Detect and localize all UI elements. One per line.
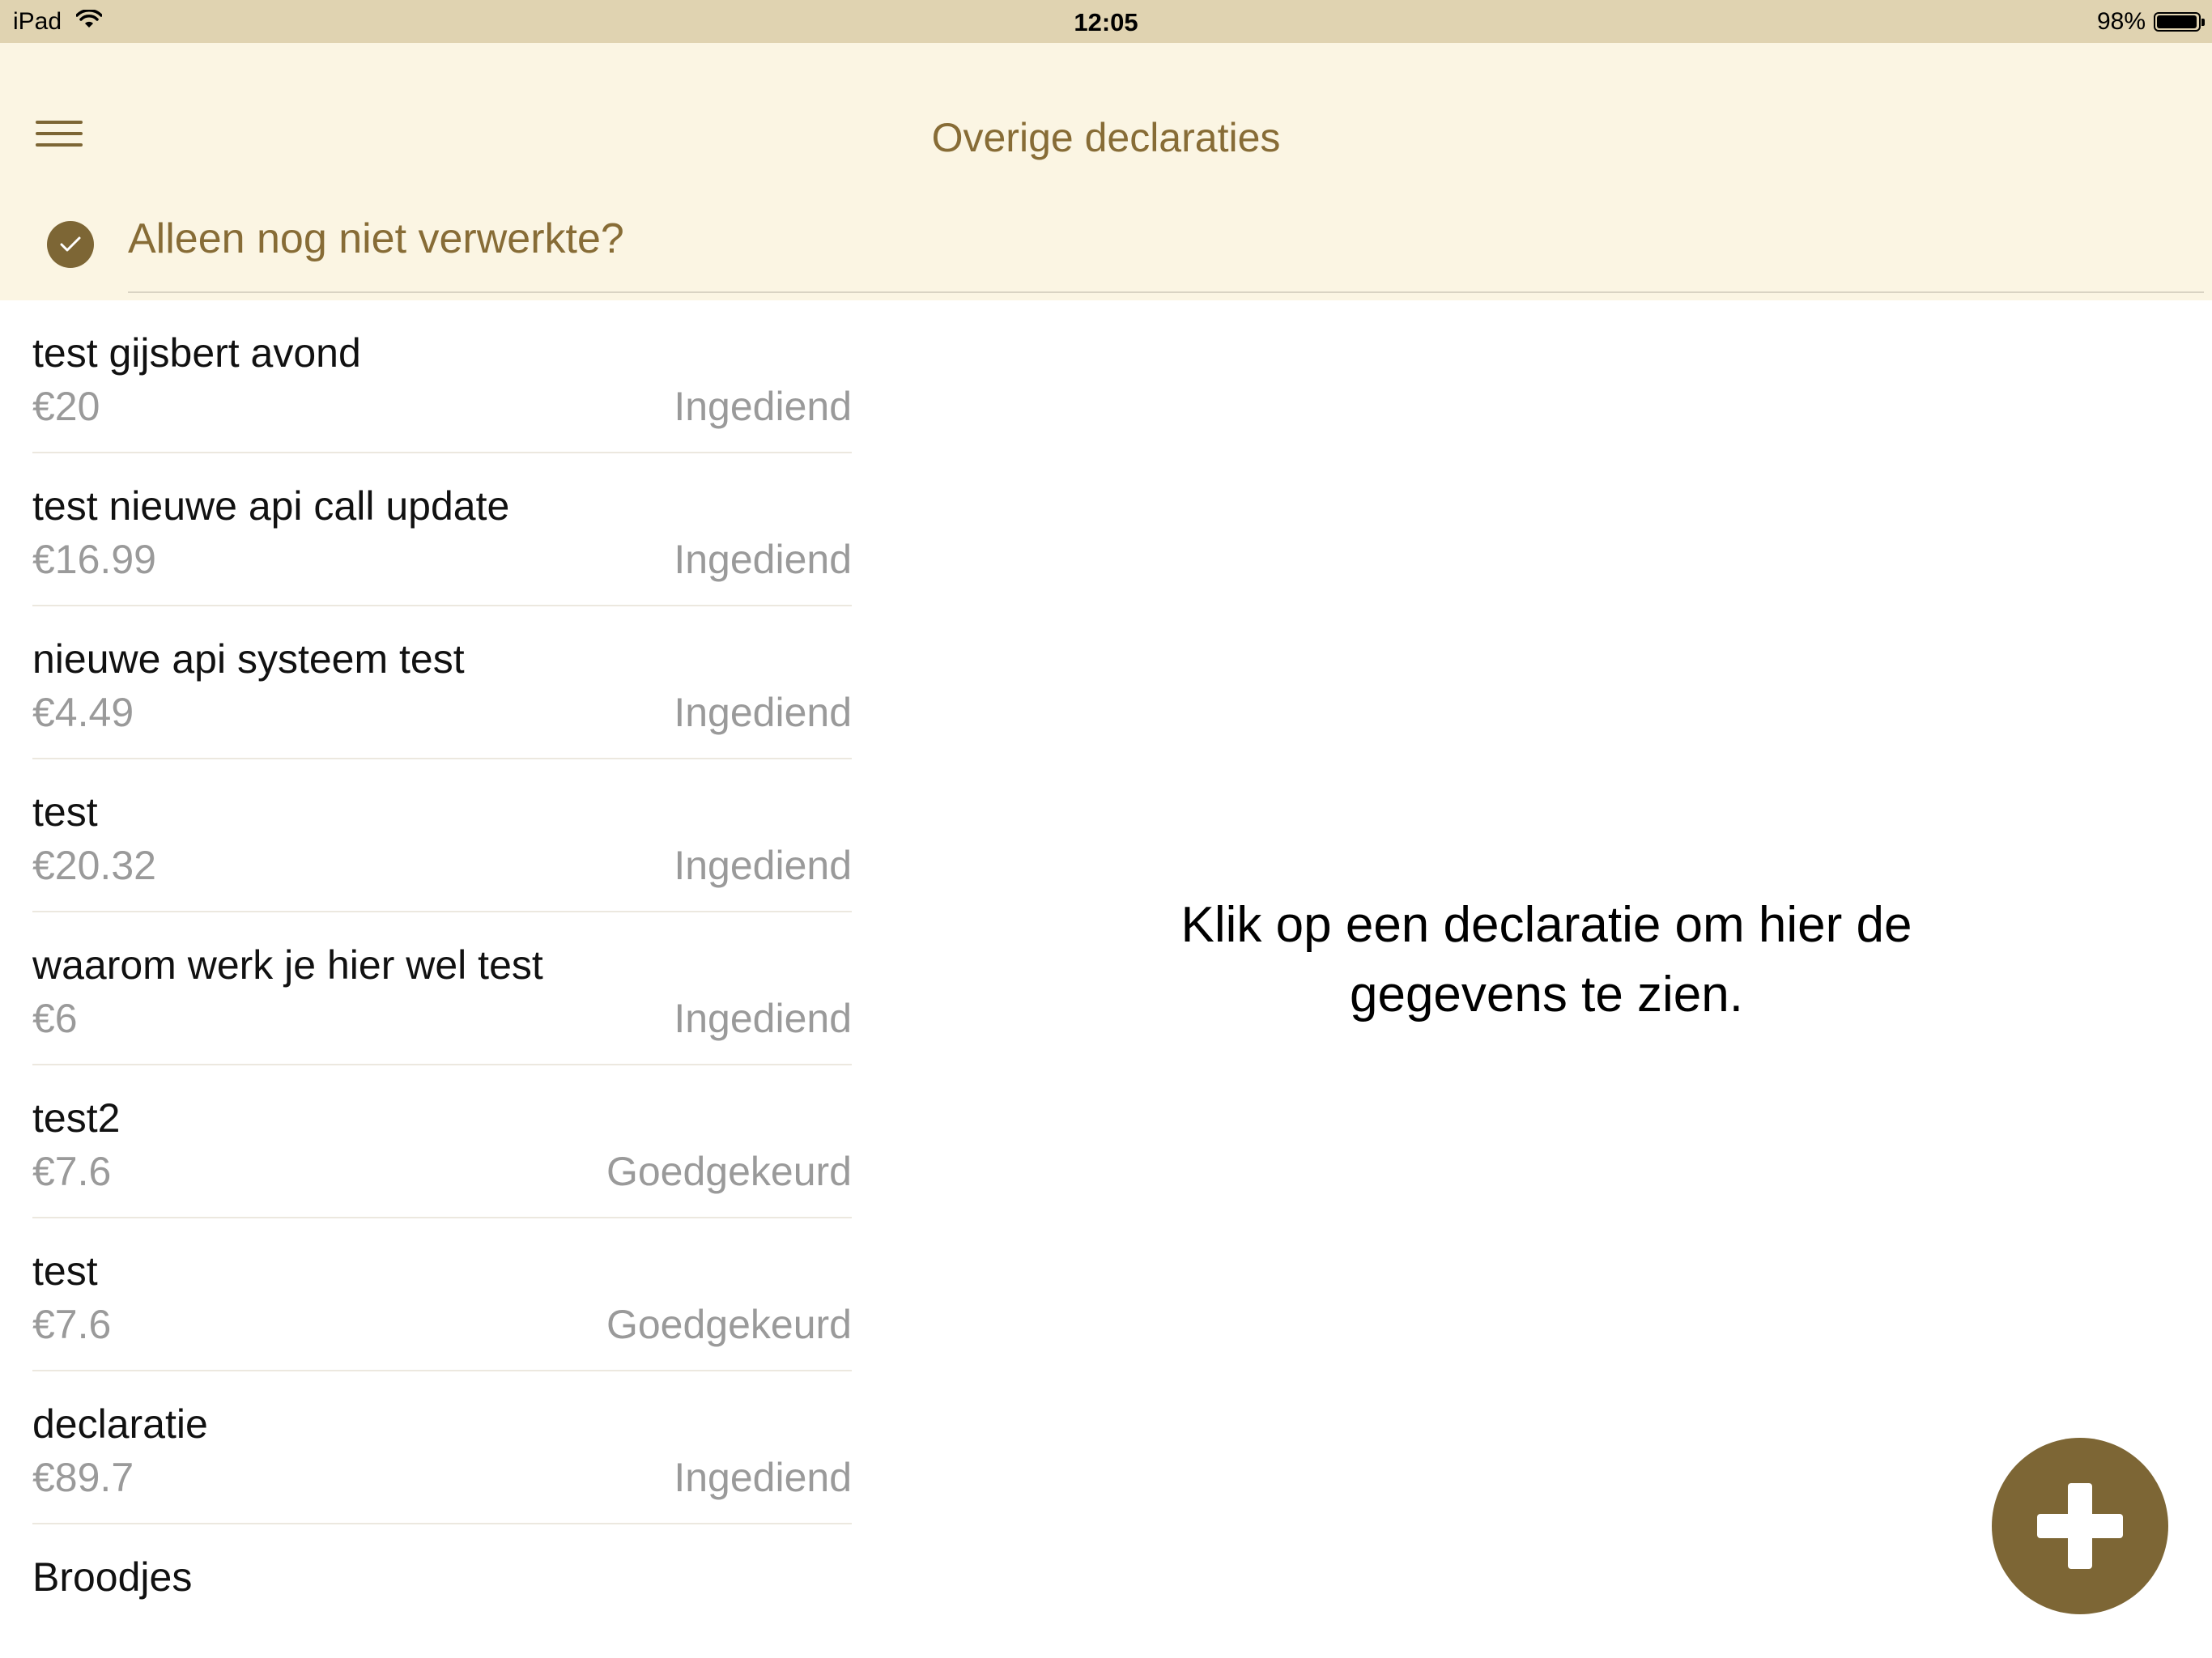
checkmark-icon	[60, 236, 81, 252]
declaration-title: waarom werk je hier wel test	[32, 942, 543, 988]
battery-percentage: 98%	[2096, 8, 2146, 35]
list-item[interactable]: waarom werk je hier wel test €6 Ingediend	[32, 912, 852, 1065]
list-item[interactable]: test €7.6 Goedgekeurd	[32, 1218, 852, 1371]
detail-placeholder-line: Klik op een declaratie om hier de	[1180, 897, 1912, 953]
list-item[interactable]: test €20.32 Ingediend	[32, 759, 852, 912]
header: Overige declaraties Alleen nog niet verw…	[0, 43, 2212, 300]
filter-label[interactable]: Alleen nog niet verwerkte?	[128, 215, 624, 263]
declaration-amount: €4.49	[32, 690, 134, 735]
declaration-amount: €16.99	[32, 537, 156, 582]
declaration-status: Ingediend	[674, 843, 852, 888]
battery-icon	[2154, 12, 2205, 32]
declaration-title: test	[32, 789, 98, 835]
declaration-status: Ingediend	[674, 996, 852, 1041]
declaration-title: test gijsbert avond	[32, 330, 361, 376]
declaration-title: test2	[32, 1095, 121, 1141]
declaration-title: declaratie	[32, 1401, 208, 1447]
status-right: 98%	[2096, 8, 2205, 36]
list-item[interactable]: test nieuwe api call update €16.99 Ingedie…	[32, 453, 852, 606]
detail-placeholder: Klik op een declaratie om hier de gegeve…	[1061, 891, 2032, 1030]
app-screen: iPad 12:05 98% Overige declaraties Allee…	[0, 0, 2212, 1658]
declaration-list: test gijsbert avond €20 Ingediend test nieu…	[32, 300, 852, 1658]
declaration-amount: €7.6	[32, 1149, 112, 1194]
plus-icon	[2068, 1483, 2092, 1569]
list-item[interactable]: declaratie €89.7 Ingediend	[32, 1371, 852, 1524]
declaration-title: nieuwe api systeem test	[32, 636, 465, 682]
list-item[interactable]: nieuwe api systeem test €4.49 Ingediend	[32, 606, 852, 759]
battery-fill	[2157, 15, 2197, 28]
declaration-amount: €89.7	[32, 1455, 134, 1500]
declaration-status: Goedgekeurd	[606, 1149, 852, 1194]
status-bar: iPad 12:05 98%	[0, 0, 2212, 43]
declaration-status: Ingediend	[674, 690, 852, 735]
declaration-status: Ingediend	[674, 1455, 852, 1500]
declaration-amount: €20.32	[32, 843, 156, 888]
list-item[interactable]: test gijsbert avond €20 Ingediend	[32, 300, 852, 453]
declaration-amount: €20	[32, 384, 100, 429]
page-title: Overige declaraties	[931, 115, 1281, 160]
declaration-title: test	[32, 1248, 98, 1294]
declaration-status: Goedgekeurd	[606, 1302, 852, 1347]
declaration-status: Ingediend	[674, 537, 852, 582]
declaration-title: test nieuwe api call update	[32, 483, 510, 529]
status-time: 12:05	[1074, 8, 1138, 36]
declaration-amount: €6	[32, 996, 78, 1041]
declaration-amount: €7.6	[32, 1302, 112, 1347]
add-declaration-button[interactable]	[1992, 1438, 2168, 1614]
list-item[interactable]: test2 €7.6 Goedgekeurd	[32, 1065, 852, 1218]
declaration-status: Ingediend	[674, 384, 852, 429]
declaration-title: Broodjes	[32, 1554, 193, 1600]
filter-checkbox[interactable]	[47, 221, 94, 268]
list-item[interactable]: Broodjes	[32, 1524, 852, 1658]
detail-placeholder-line: gegevens te zien.	[1349, 967, 1743, 1022]
filter-divider	[128, 291, 2204, 293]
